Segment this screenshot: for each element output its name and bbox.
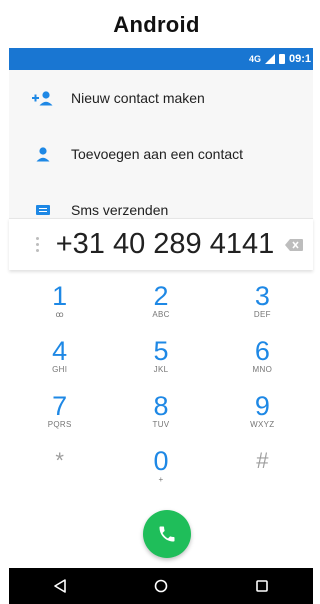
key-digit: 2 [153, 281, 169, 311]
dial-keypad: 1 ꝏ 2 ABC 3 DEF 4 GHI 5 JKL 6 MNO 7 PQRS… [9, 280, 313, 500]
recents-icon[interactable] [242, 571, 282, 601]
key-digit: # [256, 448, 269, 473]
sms-icon [31, 201, 55, 218]
status-bar: 4G 09:1 [9, 48, 313, 70]
key-star[interactable]: * [9, 445, 110, 500]
key-letters: WXYZ [250, 420, 275, 429]
key-digit: 0 [153, 446, 169, 476]
key-4[interactable]: 4 GHI [9, 335, 110, 390]
key-9[interactable]: 9 WXYZ [212, 390, 313, 445]
key-digit: 5 [153, 336, 169, 366]
key-3[interactable]: 3 DEF [212, 280, 313, 335]
person-icon [31, 145, 55, 163]
key-hash[interactable]: # [212, 445, 313, 500]
navigation-bar [9, 568, 313, 604]
action-label: Toevoegen aan een contact [71, 146, 244, 162]
key-2[interactable]: 2 ABC [110, 280, 211, 335]
key-digit: 6 [254, 336, 270, 366]
key-letters: TUV [152, 420, 170, 429]
key-8[interactable]: 8 TUV [110, 390, 211, 445]
key-0[interactable]: 0 + [110, 445, 211, 500]
back-icon[interactable] [40, 571, 80, 601]
key-digit: 9 [254, 391, 270, 421]
key-letters: DEF [253, 310, 271, 319]
page-caption: Android [113, 12, 200, 37]
key-digit: * [55, 448, 64, 473]
action-label: Nieuw contact maken [71, 90, 205, 106]
key-letters: GHI [52, 365, 68, 374]
network-type-label: 4G [248, 54, 261, 64]
key-letters: PQRS [47, 420, 72, 429]
add-contact-icon [31, 89, 55, 107]
key-5[interactable]: 5 JKL [110, 335, 211, 390]
call-button[interactable] [143, 510, 191, 558]
signal-icon [264, 54, 275, 64]
dialed-number[interactable]: +31 40 289 4141 [47, 228, 283, 261]
phone-icon [159, 526, 175, 542]
key-letters: MNO [252, 365, 273, 374]
voicemail-icon: ꝏ [55, 310, 64, 319]
key-letters: ABC [152, 310, 170, 319]
action-send-sms[interactable]: Sms verzenden [9, 182, 313, 218]
overflow-menu-icon[interactable] [27, 237, 47, 252]
status-clock: 09:1 [288, 53, 311, 65]
action-label: Sms verzenden [71, 202, 169, 218]
backspace-icon[interactable] [283, 238, 305, 251]
key-digit: 4 [52, 336, 68, 366]
home-icon[interactable] [141, 571, 181, 601]
key-letters: JKL [153, 365, 169, 374]
key-digit: 3 [254, 281, 270, 311]
action-new-contact[interactable]: Nieuw contact maken [9, 70, 313, 126]
key-digit: 8 [153, 391, 169, 421]
action-add-to-contact[interactable]: Toevoegen aan een contact [9, 126, 313, 182]
key-6[interactable]: 6 MNO [212, 335, 313, 390]
key-digit: 1 [52, 281, 68, 311]
number-display-row: +31 40 289 4141 [9, 218, 313, 270]
key-letters: + [158, 475, 164, 484]
dialer-actions-list: Nieuw contact maken Toevoegen aan een co… [9, 70, 313, 218]
key-digit: 7 [52, 391, 68, 421]
key-7[interactable]: 7 PQRS [9, 390, 110, 445]
battery-icon [278, 54, 285, 64]
key-1[interactable]: 1 ꝏ [9, 280, 110, 335]
